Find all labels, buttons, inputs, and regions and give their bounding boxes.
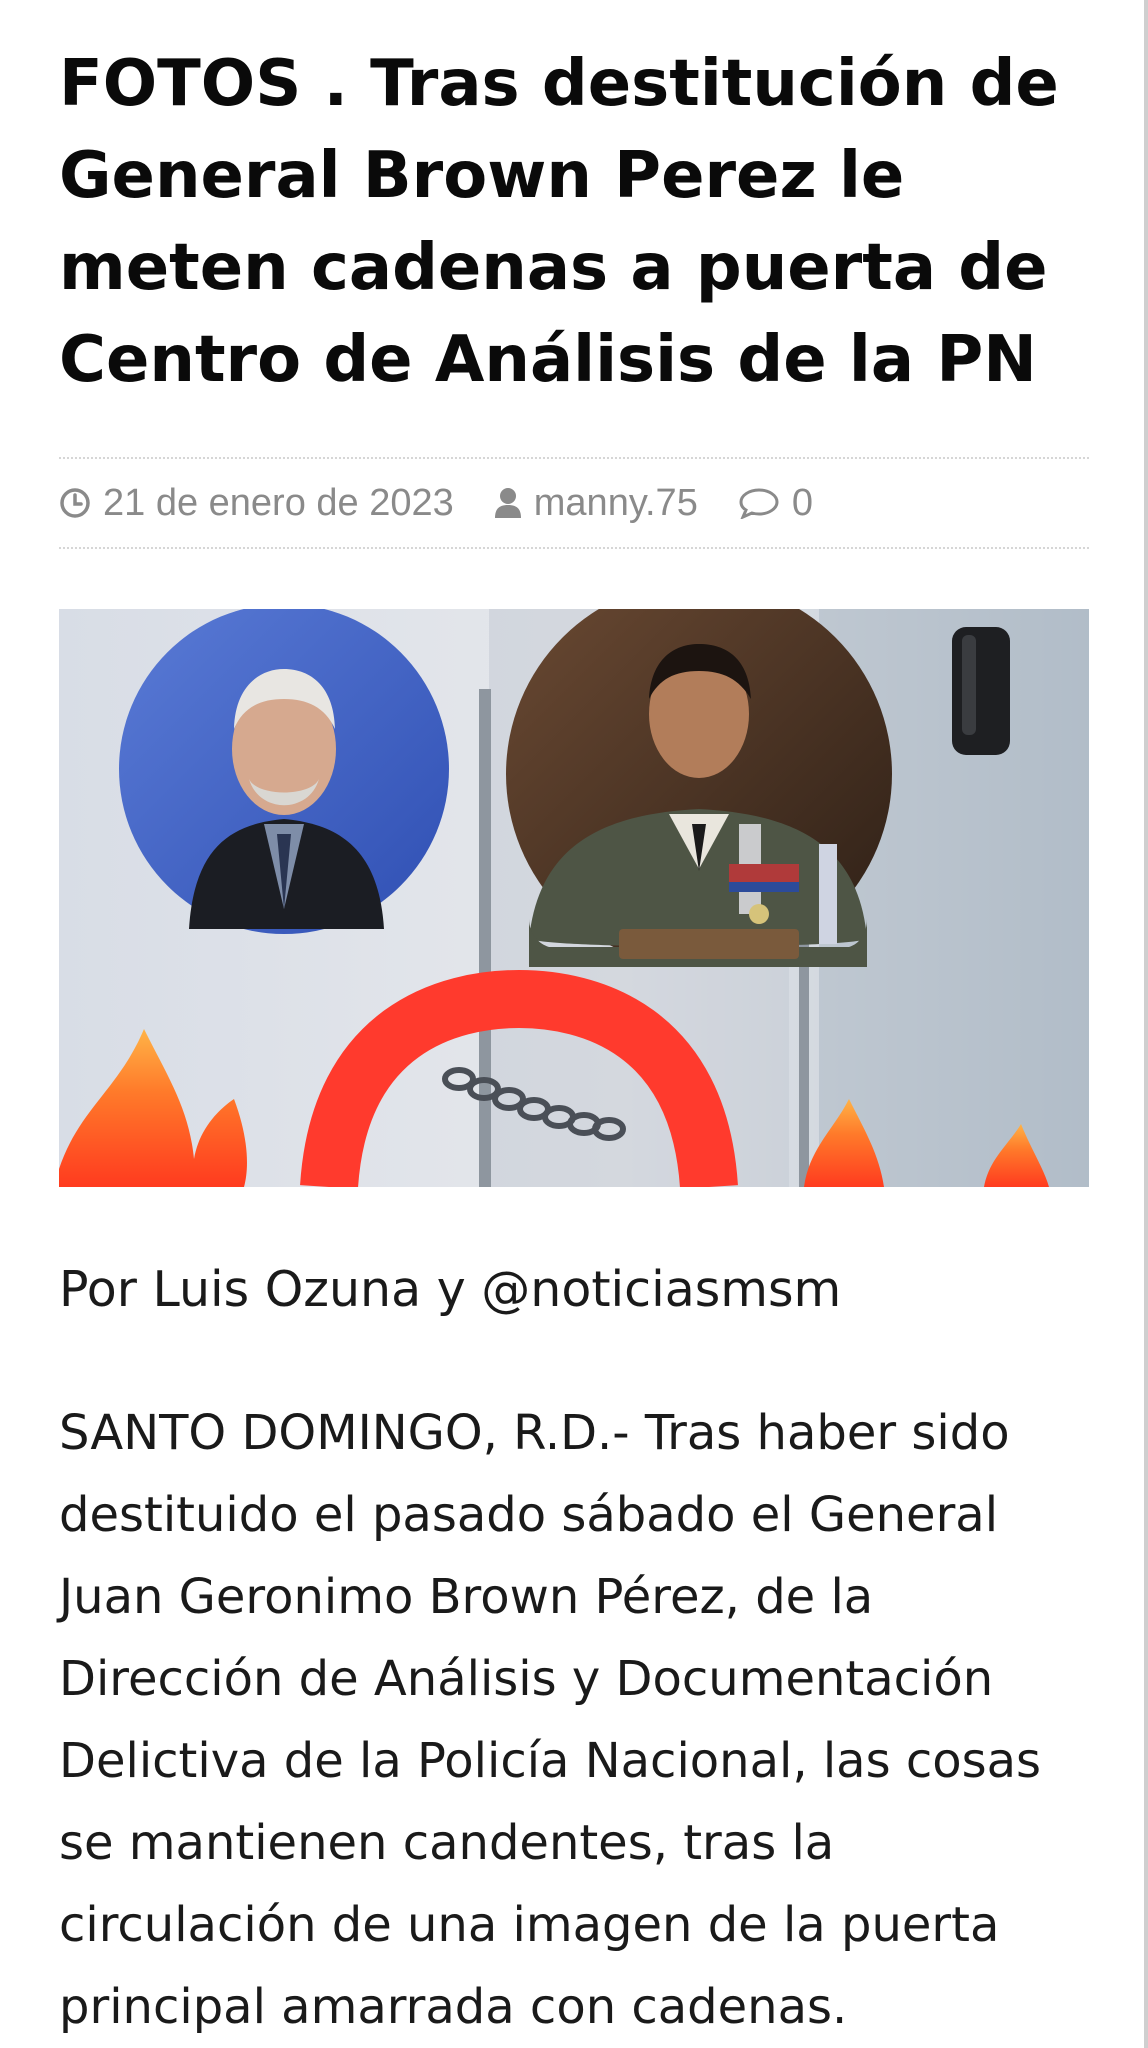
meta-author-text[interactable]: manny.75 (534, 482, 698, 525)
meta-author[interactable]: manny.75 (494, 482, 698, 525)
page-edge-border (1144, 0, 1148, 2048)
clock-icon (60, 488, 90, 518)
comment-icon (739, 488, 779, 519)
meta-comments-count[interactable]: 0 (792, 482, 813, 525)
article-paragraph: SANTO DOMINGO, R.D.- Tras haber sido des… (59, 1405, 1042, 2035)
article-title: FOTOS . Tras destitución de General Brow… (59, 47, 1059, 397)
news-photo (59, 609, 1089, 1187)
meta-date-text: 21 de enero de 2023 (103, 481, 454, 524)
article-meta: 21 de enero de 2023 manny.75 0 (59, 457, 1089, 549)
meta-date: 21 de enero de 2023 (59, 482, 454, 525)
meta-comments[interactable]: 0 (738, 482, 813, 525)
article: FOTOS . Tras destitución de General Brow… (59, 0, 1089, 2035)
article-hero-image (59, 609, 1089, 1187)
article-byline: Por Luis Ozuna y @noticiasmsm (59, 1261, 842, 1318)
user-icon (494, 488, 521, 518)
